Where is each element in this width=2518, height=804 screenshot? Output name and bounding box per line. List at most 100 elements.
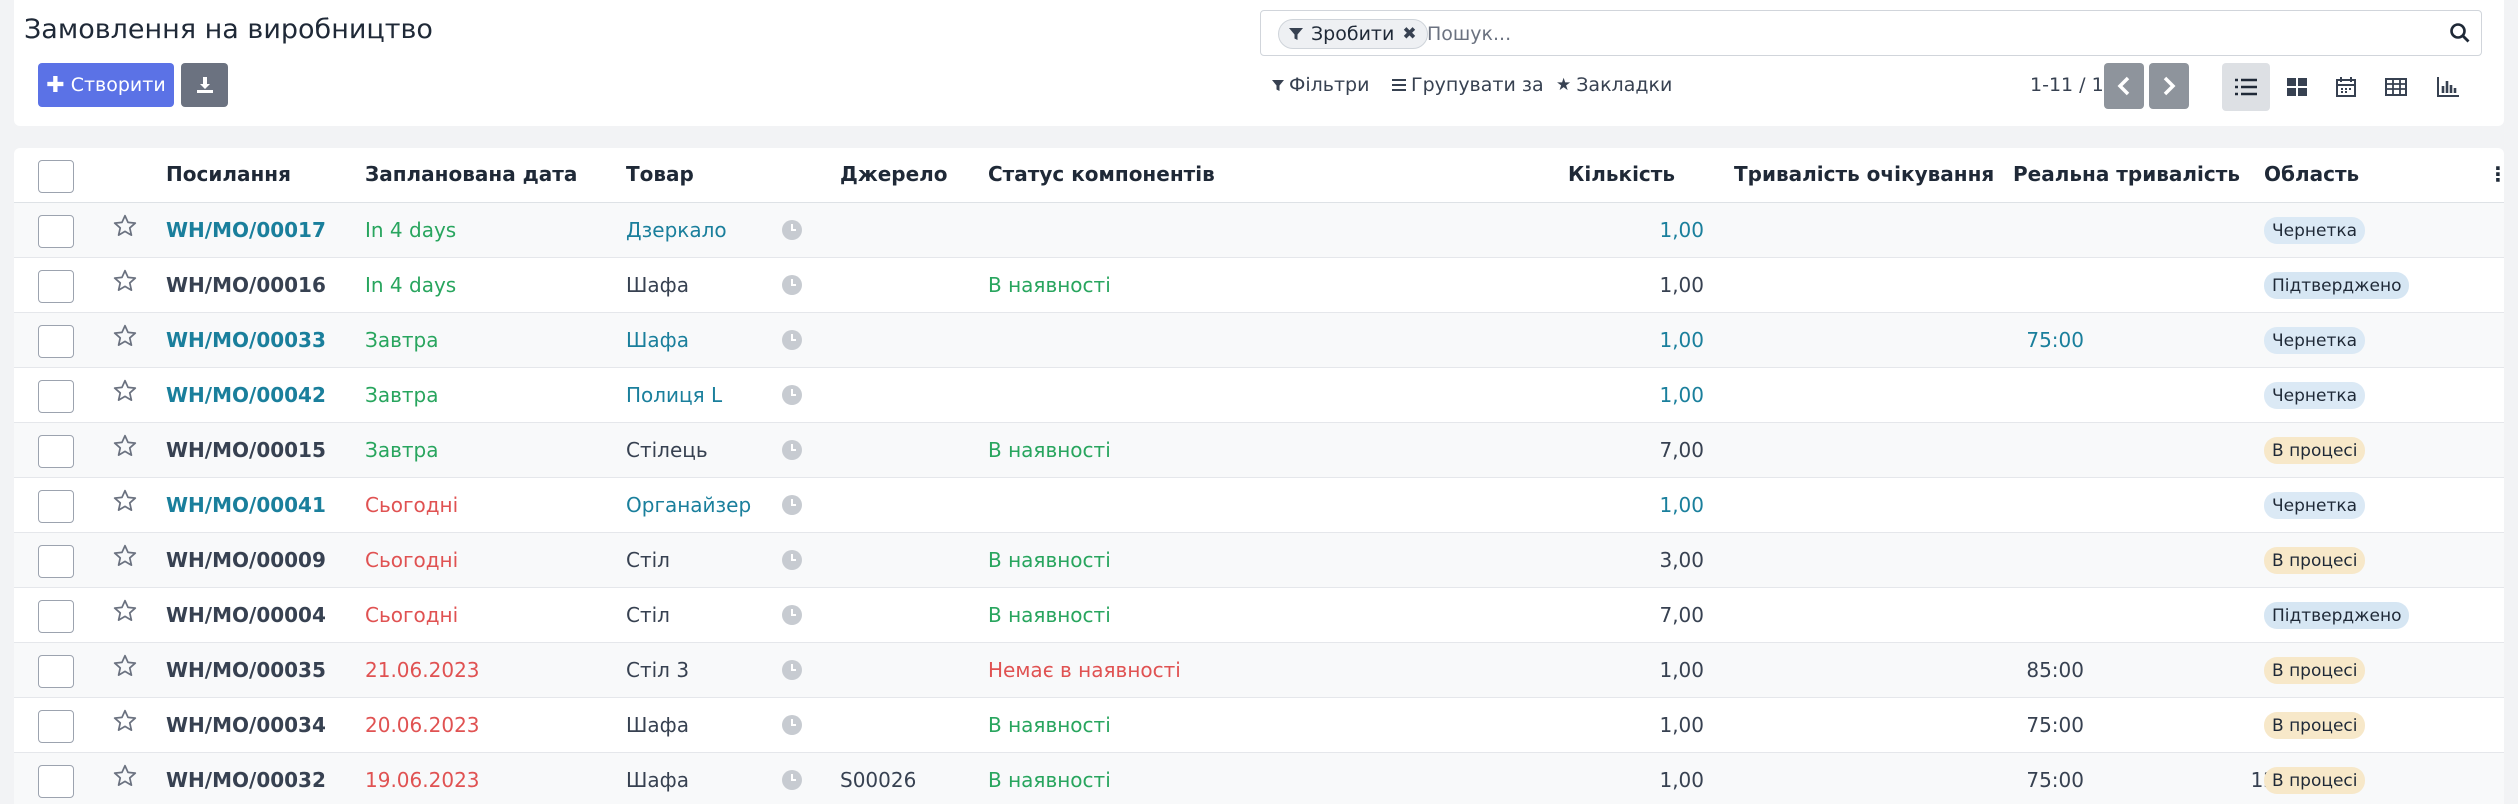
clock-icon[interactable] (780, 383, 804, 407)
cell-expected-duration: 85:00 (2026, 658, 2084, 682)
clock-icon[interactable] (780, 768, 804, 792)
cell-component-status: В наявності (988, 438, 1111, 462)
header-state[interactable]: Область (2264, 162, 2359, 186)
optional-columns-icon[interactable]: ⋮ (2488, 162, 2504, 186)
header-quantity[interactable]: Кількість (1568, 162, 1675, 186)
cell-reference[interactable]: WH/MO/00042 (166, 383, 326, 407)
pager-value[interactable]: 1-11 / 11 (2030, 74, 2116, 96)
cell-reference[interactable]: WH/MO/00041 (166, 493, 326, 517)
list-view-button[interactable] (2222, 63, 2270, 111)
search-facet[interactable]: Зробити ✖ (1278, 19, 1428, 49)
search-icon[interactable] (2449, 22, 2471, 44)
table-row[interactable]: WH/MO/00034 20.06.2023 Шафа В наявності 1,00… (14, 698, 2504, 753)
cell-quantity: 1,00 (1659, 768, 1704, 792)
pivot-view-button[interactable] (2372, 63, 2420, 111)
cell-quantity: 1,00 (1659, 218, 1704, 242)
cell-reference[interactable]: WH/MO/00004 (166, 603, 326, 627)
row-checkbox[interactable] (38, 380, 74, 413)
table-row[interactable]: WH/MO/00032 19.06.2023 Шафа S00026 В наявнос… (14, 753, 2504, 804)
row-checkbox[interactable] (38, 710, 74, 743)
cell-reference[interactable]: WH/MO/00015 (166, 438, 326, 462)
cell-quantity: 1,00 (1659, 383, 1704, 407)
group-by-menu[interactable]: Групувати за (1392, 74, 1544, 96)
cell-component-status: В наявності (988, 603, 1111, 627)
graph-view-button[interactable] (2424, 63, 2472, 111)
status-badge: Чернетка (2264, 382, 2366, 409)
clock-icon[interactable] (780, 603, 804, 627)
create-button[interactable]: ✚ Створити (38, 63, 174, 107)
chevron-right-icon (2163, 76, 2176, 96)
kanban-view-button[interactable] (2273, 63, 2321, 111)
cell-reference[interactable]: WH/MO/00016 (166, 273, 326, 297)
table-row[interactable]: WH/MO/00016 In 4 days Шафа В наявності 1,00 П… (14, 258, 2504, 313)
row-checkbox[interactable] (38, 765, 74, 798)
pager-previous-button[interactable] (2104, 63, 2144, 109)
header-source[interactable]: Джерело (840, 162, 948, 186)
filters-menu[interactable]: Фільтри (1272, 74, 1369, 96)
status-badge: Підтверджено (2264, 602, 2410, 629)
clock-icon[interactable] (780, 438, 804, 462)
select-all-checkbox[interactable] (38, 160, 74, 193)
clock-icon[interactable] (780, 218, 804, 242)
cell-scheduled-date: 20.06.2023 (365, 713, 480, 737)
header-scheduled-date[interactable]: Запланована дата (365, 162, 577, 186)
table-row[interactable]: WH/MO/00041 Сьогодні Органайзер 1,00 Чернетк… (14, 478, 2504, 533)
search-bar[interactable]: Зробити ✖ (1260, 10, 2482, 56)
remove-facet-icon[interactable]: ✖ (1402, 24, 1416, 44)
star-icon[interactable] (112, 213, 138, 239)
table-row[interactable]: WH/MO/00042 Завтра Полиця L 1,00 Чернетка (14, 368, 2504, 423)
table-row[interactable]: WH/MO/00017 In 4 days Дзеркало 1,00 Чернетка (14, 203, 2504, 258)
create-button-label: Створити (70, 74, 166, 96)
clock-icon[interactable] (780, 328, 804, 352)
row-checkbox[interactable] (38, 600, 74, 633)
cell-reference[interactable]: WH/MO/00035 (166, 658, 326, 682)
clock-icon[interactable] (780, 548, 804, 572)
cell-component-status: В наявності (988, 548, 1111, 572)
status-badge: Чернетка (2264, 217, 2366, 244)
clock-icon[interactable] (780, 493, 804, 517)
cell-reference[interactable]: WH/MO/00009 (166, 548, 326, 572)
table-row[interactable]: WH/MO/00015 Завтра Стілець В наявності 7,00 В… (14, 423, 2504, 478)
status-badge: В процесі (2264, 767, 2366, 794)
row-checkbox[interactable] (38, 545, 74, 578)
download-button[interactable] (181, 63, 228, 107)
search-input[interactable] (1427, 19, 2327, 49)
row-checkbox[interactable] (38, 435, 74, 468)
favorites-menu[interactable]: ★ Закладки (1556, 74, 1672, 96)
table-row[interactable]: WH/MO/00033 Завтра Шафа 1,00 75:00 Чернетка (14, 313, 2504, 368)
cell-expected-duration: 75:00 (2026, 328, 2084, 352)
row-checkbox[interactable] (38, 270, 74, 303)
header-product[interactable]: Товар (626, 162, 694, 186)
star-icon[interactable] (112, 763, 138, 789)
clock-icon[interactable] (780, 273, 804, 297)
table-row[interactable]: WH/MO/00004 Сьогодні Стіл В наявності 7,00 Пі… (14, 588, 2504, 643)
header-real-duration[interactable]: Реальна тривалість (2013, 162, 2240, 186)
star-icon[interactable] (112, 378, 138, 404)
cell-reference[interactable]: WH/MO/00017 (166, 218, 326, 242)
row-checkbox[interactable] (38, 325, 74, 358)
row-checkbox[interactable] (38, 490, 74, 523)
clock-icon[interactable] (780, 658, 804, 682)
cell-reference[interactable]: WH/MO/00033 (166, 328, 326, 352)
header-reference[interactable]: Посилання (166, 162, 291, 186)
cell-reference[interactable]: WH/MO/00032 (166, 768, 326, 792)
cell-reference[interactable]: WH/MO/00034 (166, 713, 326, 737)
header-component-status[interactable]: Статус компонентів (988, 162, 1215, 186)
star-icon[interactable] (112, 488, 138, 514)
header-expected-duration[interactable]: Тривалість очікування (1734, 162, 1994, 186)
star-icon[interactable] (112, 543, 138, 569)
star-icon[interactable] (112, 708, 138, 734)
star-icon[interactable] (112, 268, 138, 294)
pager-next-button[interactable] (2149, 63, 2189, 109)
calendar-view-button[interactable] (2322, 63, 2370, 111)
star-icon[interactable] (112, 598, 138, 624)
table-row[interactable]: WH/MO/00035 21.06.2023 Стіл 3 Немає в наявн… (14, 643, 2504, 698)
star-icon[interactable] (112, 323, 138, 349)
star-icon[interactable] (112, 653, 138, 679)
table-row[interactable]: WH/MO/00009 Сьогодні Стіл В наявності 3,00 В … (14, 533, 2504, 588)
star-icon[interactable] (112, 433, 138, 459)
row-checkbox[interactable] (38, 655, 74, 688)
row-checkbox[interactable] (38, 215, 74, 248)
clock-icon[interactable] (780, 713, 804, 737)
cell-scheduled-date: 21.06.2023 (365, 658, 480, 682)
